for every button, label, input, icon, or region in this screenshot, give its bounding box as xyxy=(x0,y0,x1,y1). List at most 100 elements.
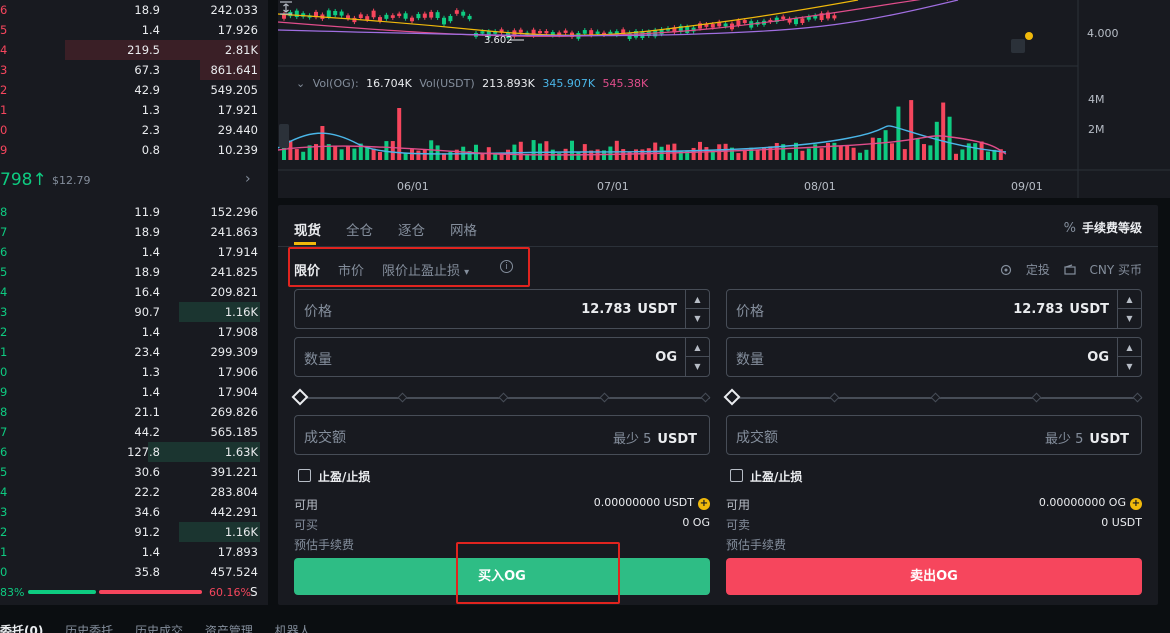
ask-order-row[interactable]: 0 2.3 29.440 xyxy=(0,120,268,140)
buy-price-value[interactable]: 12.783 xyxy=(581,302,631,317)
tab-cross[interactable]: 全仓 xyxy=(346,219,373,239)
info-icon[interactable]: i xyxy=(500,260,513,273)
tab-isolated[interactable]: 逐仓 xyxy=(398,219,425,239)
sell-price-value[interactable]: 12.783 xyxy=(1013,302,1063,317)
chevron-right-icon[interactable]: › xyxy=(245,171,251,187)
buy-total-field[interactable]: 成交额 最少 5 USDT xyxy=(294,415,710,455)
tpsl-checkbox[interactable] xyxy=(298,469,311,482)
bid-order-row[interactable]: 8 21.1 269.826 xyxy=(0,402,268,422)
price-stepper[interactable]: ▲ ▼ xyxy=(1117,290,1141,328)
decrement-icon[interactable]: ▼ xyxy=(686,357,709,376)
volume-bar xyxy=(954,153,958,160)
bid-order-row[interactable]: 5 18.9 241.825 xyxy=(0,262,268,282)
order-book: 6 18.9 242.033 5 1.4 17.926 4 219.5 2.81K 3 67.3 86… xyxy=(0,0,268,605)
bid-order-row[interactable]: 0 35.8 457.524 xyxy=(0,562,268,582)
bid-order-row[interactable]: 6 1.4 17.914 xyxy=(0,242,268,262)
sell-tpsl-toggle[interactable]: 止盈/止损 xyxy=(726,463,1142,489)
decrement-icon[interactable]: ▼ xyxy=(686,309,709,328)
tab-spot[interactable]: 现货 xyxy=(294,219,321,239)
recurring-buy-link[interactable]: 定投 xyxy=(1000,263,1050,277)
tab-bots[interactable]: 机器人 xyxy=(275,624,311,633)
increment-icon[interactable]: ▲ xyxy=(686,338,709,357)
bid-order-row[interactable]: 2 1.4 17.908 xyxy=(0,322,268,342)
ask-order-row[interactable]: 5 1.4 17.926 xyxy=(0,20,268,40)
bid-order-row[interactable]: 2 91.2 1.16K xyxy=(0,522,268,542)
fit-screen-icon[interactable] xyxy=(278,0,294,16)
bid-order-row[interactable]: 4 22.2 283.804 xyxy=(0,482,268,502)
bid-order-row[interactable]: 3 34.6 442.291 xyxy=(0,502,268,522)
ask-order-row[interactable]: 2 42.9 549.205 xyxy=(0,80,268,100)
fee-tier-link[interactable]: % 手续费等级 xyxy=(1064,219,1142,236)
quantity-stepper[interactable]: ▲ ▼ xyxy=(1117,338,1141,376)
buy-amount-slider[interactable] xyxy=(291,383,711,413)
sell-button[interactable]: 卖出OG xyxy=(726,558,1142,595)
ask-order-row[interactable]: 4 219.5 2.81K xyxy=(0,40,268,60)
bid-order-row[interactable]: 7 18.9 241.863 xyxy=(0,222,268,242)
volume-toggle-icon[interactable]: ⌄ xyxy=(296,77,305,90)
candle-body xyxy=(563,30,568,33)
deposit-icon[interactable]: + xyxy=(698,498,710,510)
price-stepper[interactable]: ▲ ▼ xyxy=(685,290,709,328)
price-cell: 2 xyxy=(0,525,8,539)
bid-order-row[interactable]: 8 11.9 152.296 xyxy=(0,202,268,222)
tpsl-checkbox[interactable] xyxy=(730,469,743,482)
bid-order-row[interactable]: 9 1.4 17.904 xyxy=(0,382,268,402)
slider-mark-75[interactable] xyxy=(1031,392,1042,403)
ask-order-row[interactable]: 1 1.3 17.921 xyxy=(0,100,268,120)
sell-total-field[interactable]: 成交额 最少 5 USDT xyxy=(726,415,1142,455)
slider-mark-75[interactable] xyxy=(599,392,610,403)
sell-quantity-field[interactable]: 数量 OG ▲ ▼ xyxy=(726,337,1142,377)
candle-body xyxy=(422,13,427,18)
slider-mark-100[interactable] xyxy=(1132,392,1143,403)
candle-body xyxy=(339,11,344,16)
price-label: 价格 xyxy=(304,304,332,320)
quantity-stepper[interactable]: ▲ ▼ xyxy=(685,338,709,376)
ask-order-row[interactable]: 9 0.8 10.239 xyxy=(0,140,268,160)
buy-form: 价格 12.783 USDT ▲ ▼ 数量 OG ▲ ▼ 成交额 最少 5 USDT xyxy=(291,289,711,553)
ask-order-row[interactable]: 3 67.3 861.641 xyxy=(0,60,268,80)
order-type-stop-limit[interactable]: 限价止盈止损 ▾ xyxy=(382,260,469,279)
order-type-market[interactable]: 市价 xyxy=(338,260,364,279)
increment-icon[interactable]: ▲ xyxy=(1118,290,1141,309)
total-cell: 17.908 xyxy=(217,325,258,339)
bid-order-row[interactable]: 1 23.4 299.309 xyxy=(0,342,268,362)
deposit-icon[interactable]: + xyxy=(1130,498,1142,510)
decrement-icon[interactable]: ▼ xyxy=(1118,309,1141,328)
tab-assets[interactable]: 资产管理 xyxy=(205,624,253,633)
bid-order-row[interactable]: 0 1.3 17.906 xyxy=(0,362,268,382)
event-dot xyxy=(1025,32,1033,40)
slider-handle[interactable] xyxy=(291,388,309,406)
sell-amount-slider[interactable] xyxy=(723,383,1143,413)
buy-tpsl-toggle[interactable]: 止盈/止损 xyxy=(294,463,710,489)
slider-mark-50[interactable] xyxy=(498,392,509,403)
bid-order-row[interactable]: 5 30.6 391.221 xyxy=(0,462,268,482)
price-cell: 8 xyxy=(0,405,8,419)
bid-order-row[interactable]: 7 44.2 565.185 xyxy=(0,422,268,442)
est-fee-label[interactable]: 预估手续费 xyxy=(294,536,354,553)
tab-order-history[interactable]: 历史委托 xyxy=(65,624,113,633)
increment-icon[interactable]: ▲ xyxy=(686,290,709,309)
slider-mark-25[interactable] xyxy=(829,392,840,403)
total-unit: USDT xyxy=(1089,432,1129,447)
tab-open-orders[interactable]: 委托(0) xyxy=(0,624,43,633)
ask-order-row[interactable]: 6 18.9 242.033 xyxy=(0,0,268,20)
order-type-limit[interactable]: 限价 xyxy=(294,260,320,279)
sell-price-field[interactable]: 价格 12.783 USDT ▲ ▼ xyxy=(726,289,1142,329)
buy-price-field[interactable]: 价格 12.783 USDT ▲ ▼ xyxy=(294,289,710,329)
bid-order-row[interactable]: 3 90.7 1.16K xyxy=(0,302,268,322)
bid-order-row[interactable]: 6 127.8 1.63K xyxy=(0,442,268,462)
increment-icon[interactable]: ▲ xyxy=(1118,338,1141,357)
cny-buy-link[interactable]: CNY 买币 xyxy=(1064,263,1142,277)
bid-order-row[interactable]: 4 16.4 209.821 xyxy=(0,282,268,302)
slider-mark-100[interactable] xyxy=(700,392,711,403)
bid-order-row[interactable]: 1 1.4 17.893 xyxy=(0,542,268,562)
buy-quantity-field[interactable]: 数量 OG ▲ ▼ xyxy=(294,337,710,377)
tab-trade-history[interactable]: 历史成交 xyxy=(135,624,183,633)
decrement-icon[interactable]: ▼ xyxy=(1118,357,1141,376)
slider-mark-25[interactable] xyxy=(397,392,408,403)
tab-grid[interactable]: 网格 xyxy=(450,219,477,239)
est-fee-label[interactable]: 预估手续费 xyxy=(726,536,786,553)
price-chart[interactable]: ⌄ Vol(OG): 16.704K Vol(USDT) 213.893K 34… xyxy=(278,0,1170,198)
slider-mark-50[interactable] xyxy=(930,392,941,403)
slider-handle[interactable] xyxy=(723,388,741,406)
